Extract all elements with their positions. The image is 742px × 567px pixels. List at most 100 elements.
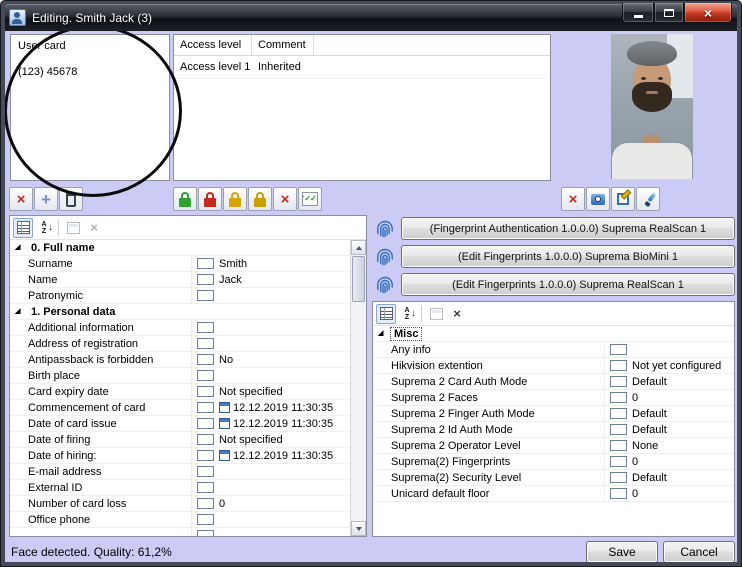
collapse-triangle-icon[interactable]: ◢ xyxy=(15,308,20,316)
property-value[interactable]: 12.12.2019 11:30:35 xyxy=(218,450,350,462)
property-editbox[interactable] xyxy=(197,418,214,429)
property-row[interactable]: Card expiry dateNot specified xyxy=(10,384,350,400)
user-card-item[interactable]: (123) 45678 xyxy=(11,64,169,78)
categorized-button[interactable] xyxy=(376,304,396,324)
fingerprint-action-button[interactable]: (Fingerprint Authentication 1.0.0.0) Sup… xyxy=(401,217,735,240)
property-editbox[interactable] xyxy=(197,258,214,269)
lock-green-button[interactable] xyxy=(173,187,197,211)
property-value[interactable]: 0 xyxy=(631,488,734,500)
scrollbar-thumb[interactable] xyxy=(352,256,365,302)
property-row[interactable]: Birth place xyxy=(10,368,350,384)
property-editbox[interactable] xyxy=(197,466,214,477)
access-column-header[interactable]: Comment xyxy=(252,35,314,55)
maximize-button[interactable] xyxy=(654,3,684,23)
property-row[interactable]: Additional information xyxy=(10,320,350,336)
category-row[interactable]: ◢0. Full name xyxy=(10,240,350,256)
crop-button[interactable] xyxy=(611,187,635,211)
property-row[interactable]: Commencement of card12.12.2019 11:30:35 xyxy=(10,400,350,416)
property-editbox[interactable] xyxy=(610,408,627,419)
scroll-down-button[interactable] xyxy=(351,521,366,536)
property-value[interactable]: Not specified xyxy=(218,434,350,446)
close-button[interactable]: × xyxy=(684,3,732,23)
property-value[interactable]: 0 xyxy=(631,456,734,468)
property-value[interactable]: 0 xyxy=(631,392,734,404)
property-editbox[interactable] xyxy=(610,440,627,451)
delete-black-button[interactable]: × xyxy=(447,304,467,324)
property-row[interactable]: Date of card issue12.12.2019 11:30:35 xyxy=(10,416,350,432)
sort-az-button[interactable]: AZ↓ xyxy=(397,304,417,324)
fingerprint-action-button[interactable]: (Edit Fingerprints 1.0.0.0) Suprema Real… xyxy=(401,273,735,296)
property-row[interactable]: Suprema 2 Operator LevelNone xyxy=(373,438,734,454)
category-row[interactable]: ◢1. Personal data xyxy=(10,304,350,320)
lock-key-button[interactable] xyxy=(248,187,272,211)
property-editbox[interactable] xyxy=(197,290,214,301)
property-value[interactable]: No xyxy=(218,354,350,366)
property-editbox[interactable] xyxy=(197,402,214,413)
property-editbox[interactable] xyxy=(197,370,214,381)
property-row[interactable]: Any info xyxy=(373,342,734,358)
category-row[interactable]: ◢Misc xyxy=(373,326,734,342)
property-row[interactable]: Date of hiring:12.12.2019 11:30:35 xyxy=(10,448,350,464)
collapse-triangle-icon[interactable]: ◢ xyxy=(378,330,383,338)
property-row[interactable]: Antipassback is forbiddenNo xyxy=(10,352,350,368)
property-value[interactable]: None xyxy=(631,440,734,452)
add-button[interactable]: + xyxy=(34,187,58,211)
minimize-button[interactable] xyxy=(622,3,654,23)
property-row[interactable]: Suprema 2 Faces0 xyxy=(373,390,734,406)
fingerprint-action-button[interactable]: (Edit Fingerprints 1.0.0.0) Suprema BioM… xyxy=(401,245,735,268)
title-bar[interactable]: Editing. Smith Jack (3) × xyxy=(5,4,737,31)
property-row[interactable]: Date of firingNot specified xyxy=(10,432,350,448)
property-row[interactable]: Suprema 2 Finger Auth ModeDefault xyxy=(373,406,734,422)
property-value[interactable]: 0 xyxy=(218,498,350,510)
property-value[interactable]: 12.12.2019 11:30:35 xyxy=(218,418,350,430)
property-value[interactable]: Default xyxy=(631,376,734,388)
cancel-button[interactable]: Cancel xyxy=(663,541,735,562)
property-row[interactable]: E-mail address xyxy=(10,464,350,480)
delete-button[interactable]: × xyxy=(273,187,297,211)
property-value[interactable]: Jack xyxy=(218,274,350,286)
property-value[interactable]: Default xyxy=(631,472,734,484)
sort-az-button[interactable]: AZ↓ xyxy=(34,218,54,238)
property-row[interactable]: Address of registration xyxy=(10,336,350,352)
categorized-button[interactable] xyxy=(13,218,33,238)
property-editbox[interactable] xyxy=(610,344,627,355)
property-editbox[interactable] xyxy=(610,424,627,435)
property-value[interactable]: Default xyxy=(631,424,734,436)
property-row[interactable]: Suprema(2) Fingerprints0 xyxy=(373,454,734,470)
property-value[interactable]: Smith xyxy=(218,258,350,270)
property-editbox[interactable] xyxy=(610,376,627,387)
collapse-triangle-icon[interactable]: ◢ xyxy=(15,244,20,252)
property-editbox[interactable] xyxy=(197,322,214,333)
property-row[interactable]: Hikvision extentionNot yet configured xyxy=(373,358,734,374)
property-editbox[interactable] xyxy=(610,392,627,403)
access-list-button[interactable]: ✓✓✓✓ xyxy=(298,187,322,211)
property-row[interactable]: SurnameSmith xyxy=(10,256,350,272)
property-value[interactable]: 12.12.2019 11:30:35 xyxy=(218,402,350,414)
camera-button[interactable] xyxy=(586,187,610,211)
lock-red-button[interactable] xyxy=(198,187,222,211)
property-row[interactable]: Number of card loss0 xyxy=(10,496,350,512)
property-editbox[interactable] xyxy=(197,482,214,493)
access-level-row[interactable]: Access level 1Inherited xyxy=(174,56,550,79)
property-row[interactable]: Unicard default floor0 xyxy=(373,486,734,502)
property-editbox[interactable] xyxy=(197,354,214,365)
property-row[interactable]: Office phone xyxy=(10,512,350,528)
property-row[interactable]: Suprema(2) Security LevelDefault xyxy=(373,470,734,486)
property-editbox[interactable] xyxy=(197,338,214,349)
property-value[interactable]: Default xyxy=(631,408,734,420)
property-row[interactable]: Patronymic xyxy=(10,288,350,304)
property-editbox[interactable] xyxy=(197,434,214,445)
scroll-up-button[interactable] xyxy=(351,240,366,255)
property-row[interactable]: External ID xyxy=(10,480,350,496)
property-row[interactable]: Suprema 2 Id Auth ModeDefault xyxy=(373,422,734,438)
property-editbox[interactable] xyxy=(197,274,214,285)
property-editbox[interactable] xyxy=(610,360,627,371)
delete-button[interactable]: × xyxy=(9,187,33,211)
lock-yellow-button[interactable] xyxy=(223,187,247,211)
delete-button[interactable]: × xyxy=(561,187,585,211)
save-button[interactable]: Save xyxy=(586,541,658,562)
property-editbox[interactable] xyxy=(197,386,214,397)
property-row[interactable]: Suprema 2 Card Auth ModeDefault xyxy=(373,374,734,390)
property-row[interactable]: NameJack xyxy=(10,272,350,288)
brush-button[interactable] xyxy=(636,187,660,211)
